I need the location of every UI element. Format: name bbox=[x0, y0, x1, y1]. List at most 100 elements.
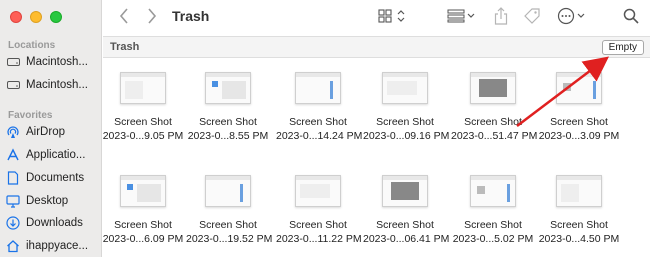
file-item[interactable]: Screen Shot 2023-0...3.09 PM bbox=[537, 72, 621, 143]
file-item[interactable]: Screen Shot 2023-0...19.52 PM bbox=[186, 175, 273, 246]
minimize-window-button[interactable] bbox=[30, 11, 42, 23]
file-date: 2023-0...19.52 PM bbox=[186, 233, 273, 245]
file-thumbnail bbox=[470, 175, 516, 207]
file-thumbnail bbox=[205, 175, 251, 207]
file-item[interactable]: Screen Shot 2023-0...5.02 PM bbox=[451, 175, 535, 246]
file-thumbnail bbox=[295, 175, 341, 207]
file-name: Screen Shot bbox=[464, 116, 522, 128]
sidebar-item-label: ihappyace... bbox=[26, 240, 89, 252]
file-thumbnail bbox=[120, 175, 166, 207]
toolbar: Trash bbox=[103, 0, 650, 36]
file-date: 2023-0...06.41 PM bbox=[363, 233, 450, 245]
file-date: 2023-0...5.02 PM bbox=[452, 233, 534, 245]
sidebar-item-applications[interactable]: Applicatio... bbox=[6, 145, 98, 165]
file-name: Screen Shot bbox=[550, 116, 608, 128]
tag-button[interactable] bbox=[522, 7, 542, 30]
file-thumbnail bbox=[470, 72, 516, 104]
search-icon bbox=[623, 8, 639, 29]
sidebar-item-downloads[interactable]: Downloads bbox=[6, 213, 98, 233]
file-date: 2023-0...8.55 PM bbox=[187, 130, 269, 142]
sidebar-item-documents[interactable]: Documents bbox=[6, 168, 98, 188]
file-item[interactable]: Screen Shot 2023-0...06.41 PM bbox=[363, 175, 450, 246]
tag-icon bbox=[523, 7, 541, 30]
sidebar-item-label: Documents bbox=[26, 172, 85, 184]
hard-drive-icon bbox=[6, 55, 20, 69]
sidebar-item-label: Desktop bbox=[26, 195, 69, 207]
downloads-icon bbox=[6, 216, 20, 230]
file-item[interactable]: Screen Shot 2023-0...6.09 PM bbox=[101, 175, 185, 246]
file-name: Screen Shot bbox=[114, 219, 172, 231]
file-date: 2023-0...11.22 PM bbox=[276, 233, 362, 245]
airdrop-icon bbox=[6, 125, 20, 139]
trash-path-label: Trash bbox=[110, 41, 140, 53]
file-name: Screen Shot bbox=[550, 219, 608, 231]
sidebar-item-airdrop[interactable]: AirDrop bbox=[6, 122, 98, 142]
file-thumbnail bbox=[120, 72, 166, 104]
sidebar-item-label: Macintosh... bbox=[26, 79, 88, 91]
sidebar-item-label: Macintosh... bbox=[26, 56, 88, 68]
file-date: 2023-0...9.05 PM bbox=[102, 130, 184, 142]
sidebar-item-macintosh-hd-1[interactable]: Macintosh... bbox=[6, 52, 98, 72]
file-item[interactable]: Screen Shot 2023-0...09.16 PM bbox=[363, 72, 450, 143]
zoom-window-button[interactable] bbox=[50, 11, 62, 23]
favorites-section-title: Favorites bbox=[8, 110, 53, 121]
file-item[interactable]: Screen Shot 2023-0...51.47 PM bbox=[451, 72, 538, 143]
file-item[interactable]: Screen Shot 2023-0...8.55 PM bbox=[186, 72, 270, 143]
forward-button[interactable] bbox=[145, 7, 159, 29]
sidebar-item-desktop[interactable]: Desktop bbox=[6, 191, 98, 211]
sidebar-item-label: Applicatio... bbox=[26, 149, 86, 161]
path-bar: Trash Empty bbox=[103, 36, 650, 58]
icon-grid-view-icon bbox=[378, 8, 408, 28]
sidebar-item-label: Downloads bbox=[26, 217, 83, 229]
sidebar-item-macintosh-hd-2[interactable]: Macintosh... bbox=[6, 75, 98, 95]
locations-section-title: Locations bbox=[8, 40, 56, 51]
window-title: Trash bbox=[172, 8, 210, 24]
close-window-button[interactable] bbox=[10, 11, 22, 23]
file-item[interactable]: Screen Shot 2023-0...14.24 PM bbox=[276, 72, 363, 143]
sidebar-item-home[interactable]: ihappyace... bbox=[6, 236, 98, 256]
file-thumbnail bbox=[382, 72, 428, 104]
file-item[interactable]: Screen Shot 2023-0...4.50 PM bbox=[537, 175, 621, 246]
file-thumbnail bbox=[295, 72, 341, 104]
empty-trash-button[interactable]: Empty bbox=[601, 40, 644, 55]
document-icon bbox=[6, 171, 20, 185]
file-name: Screen Shot bbox=[376, 219, 434, 231]
file-thumbnail bbox=[205, 72, 251, 104]
file-name: Screen Shot bbox=[114, 116, 172, 128]
sidebar: Locations Macintosh... Macintosh... Favo… bbox=[0, 0, 102, 257]
search-button[interactable] bbox=[622, 8, 640, 28]
file-name: Screen Shot bbox=[376, 116, 434, 128]
ellipsis-circle-icon bbox=[557, 7, 587, 30]
window-controls bbox=[10, 11, 62, 23]
file-date: 2023-0...51.47 PM bbox=[451, 130, 538, 142]
file-date: 2023-0...4.50 PM bbox=[538, 233, 620, 245]
file-name: Screen Shot bbox=[199, 219, 257, 231]
file-date: 2023-0...14.24 PM bbox=[276, 130, 363, 142]
file-name: Screen Shot bbox=[464, 219, 522, 231]
file-date: 2023-0...3.09 PM bbox=[538, 130, 620, 142]
file-thumbnail bbox=[382, 175, 428, 207]
hard-drive-icon bbox=[6, 78, 20, 92]
file-item[interactable]: Screen Shot 2023-0...11.22 PM bbox=[276, 175, 362, 246]
file-name: Screen Shot bbox=[289, 116, 347, 128]
file-thumbnail bbox=[556, 175, 602, 207]
desktop-icon bbox=[6, 194, 20, 208]
file-date: 2023-0...6.09 PM bbox=[102, 233, 184, 245]
share-button[interactable] bbox=[493, 6, 509, 30]
chevron-right-icon bbox=[147, 7, 157, 29]
share-icon bbox=[494, 6, 508, 30]
home-icon bbox=[6, 239, 20, 253]
group-button[interactable] bbox=[446, 9, 478, 27]
more-actions-button[interactable] bbox=[556, 7, 588, 30]
file-date: 2023-0...09.16 PM bbox=[363, 130, 450, 142]
sidebar-item-label: AirDrop bbox=[26, 126, 65, 138]
applications-icon bbox=[6, 148, 20, 162]
view-mode-button[interactable] bbox=[377, 8, 409, 28]
group-list-icon bbox=[447, 9, 477, 28]
file-thumbnail bbox=[556, 72, 602, 104]
chevron-left-icon bbox=[119, 7, 129, 29]
file-name: Screen Shot bbox=[289, 219, 347, 231]
file-item[interactable]: Screen Shot 2023-0...9.05 PM bbox=[101, 72, 185, 143]
file-name: Screen Shot bbox=[199, 116, 257, 128]
back-button[interactable] bbox=[117, 7, 131, 29]
